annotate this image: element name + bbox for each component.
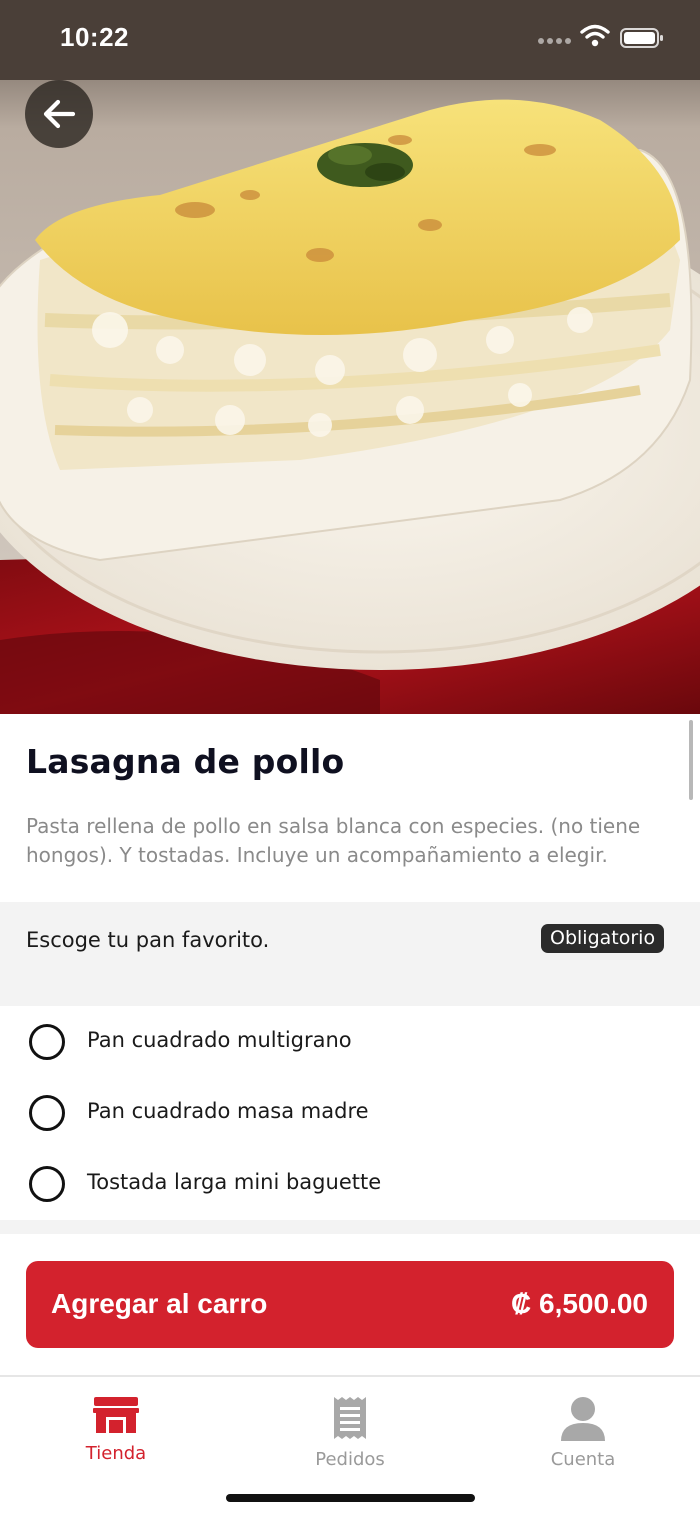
arrow-left-icon bbox=[43, 99, 76, 129]
option-label: Pan cuadrado masa madre bbox=[87, 1099, 369, 1123]
store-icon bbox=[93, 1397, 139, 1433]
product-title: Lasagna de pollo bbox=[26, 742, 345, 781]
wifi-icon bbox=[580, 24, 610, 47]
tab-label: Pedidos bbox=[315, 1449, 385, 1470]
scroll-indicator bbox=[689, 720, 693, 800]
add-to-cart-label: Agregar al carro bbox=[51, 1288, 268, 1319]
home-indicator bbox=[226, 1494, 475, 1502]
section-divider bbox=[0, 1220, 700, 1234]
option-pan-multigrano[interactable]: Pan cuadrado multigrano bbox=[0, 1012, 700, 1072]
option-pan-masa-madre[interactable]: Pan cuadrado masa madre bbox=[0, 1083, 700, 1143]
radio-button[interactable] bbox=[29, 1166, 65, 1202]
tab-pedidos[interactable]: Pedidos bbox=[260, 1377, 440, 1477]
battery-icon bbox=[620, 28, 663, 48]
option-tostada-baguette[interactable]: Tostada larga mini baguette bbox=[0, 1154, 700, 1214]
tab-label: Tienda bbox=[85, 1443, 147, 1464]
add-to-cart-button[interactable]: Agregar al carro ₡ 6,500.00 bbox=[26, 1261, 674, 1348]
cellular-signal-icon bbox=[538, 38, 571, 44]
receipt-icon bbox=[334, 1397, 366, 1439]
tab-label: Cuenta bbox=[550, 1449, 616, 1470]
product-image bbox=[0, 0, 700, 714]
option-label: Pan cuadrado multigrano bbox=[87, 1028, 352, 1052]
required-badge: Obligatorio bbox=[541, 924, 665, 953]
product-description: Pasta rellena de pollo en salsa blanca c… bbox=[26, 814, 641, 867]
user-icon bbox=[561, 1397, 605, 1441]
option-group-header bbox=[0, 902, 700, 1006]
tab-cuenta[interactable]: Cuenta bbox=[493, 1377, 673, 1477]
back-button[interactable] bbox=[25, 80, 93, 148]
status-time: 10:22 bbox=[60, 22, 129, 52]
price-label: ₡ 6,500.00 bbox=[511, 1288, 648, 1319]
status-bar: 10:22 bbox=[0, 0, 700, 78]
radio-button[interactable] bbox=[29, 1024, 65, 1060]
radio-button[interactable] bbox=[29, 1095, 65, 1131]
option-label: Tostada larga mini baguette bbox=[87, 1170, 382, 1194]
tab-tienda[interactable]: Tienda bbox=[26, 1377, 206, 1477]
lasagna-photo bbox=[0, 0, 700, 714]
option-group-title: Escoge tu pan favorito. bbox=[26, 928, 270, 952]
